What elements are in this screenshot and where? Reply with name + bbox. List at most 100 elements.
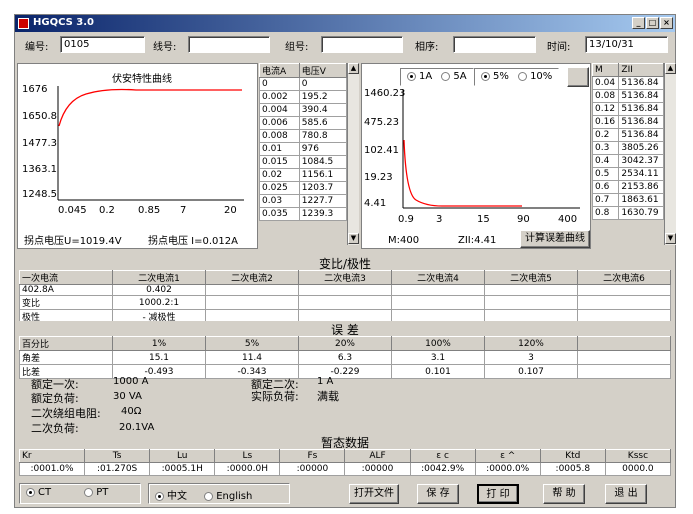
table-row[interactable]: 0.4 3042.37 [591, 154, 664, 168]
table-row[interactable]: 0.6 2153.86 [591, 180, 664, 194]
open-file-button[interactable]: 打开文件 [349, 484, 399, 504]
cell[interactable]: 390.4 [298, 103, 348, 117]
cell[interactable]: 1227.7 [298, 194, 348, 208]
serial-input[interactable]: 0105 [60, 36, 145, 53]
maximize-button[interactable]: □ [646, 17, 659, 29]
cell[interactable]: 0.12 [591, 102, 620, 116]
radio-dot-icon[interactable] [155, 491, 164, 501]
radio-dot-icon[interactable] [407, 71, 416, 81]
table-row[interactable]: 0.025 1203.7 [259, 181, 348, 195]
radio-pt[interactable]: PT [84, 487, 108, 498]
radio-dot-icon[interactable] [518, 71, 528, 81]
radio-dot-icon[interactable] [481, 71, 490, 81]
cell[interactable]: 1203.7 [298, 181, 348, 195]
cell[interactable]: 3042.37 [618, 154, 664, 168]
cell[interactable]: 0.02 [259, 168, 300, 182]
print-button[interactable]: 打 印 [477, 484, 519, 504]
phase-input[interactable] [453, 36, 536, 53]
cell[interactable]: 0.7 [591, 193, 620, 207]
group-input[interactable] [321, 36, 403, 53]
scroll-down-icon[interactable]: ▼ [665, 233, 676, 244]
cell[interactable]: 5136.84 [618, 76, 664, 90]
table-row[interactable]: 0.2 5136.84 [591, 128, 664, 142]
minimize-button[interactable]: _ [632, 17, 645, 29]
cell[interactable]: 0.002 [259, 90, 300, 104]
help-button[interactable]: 帮 助 [543, 484, 585, 504]
table-row[interactable]: 0.5 2534.11 [591, 167, 664, 181]
table-row[interactable]: 0.04 5136.84 [591, 76, 664, 90]
table-row[interactable]: 0.01 976 [259, 142, 348, 156]
cell[interactable]: 1630.79 [618, 206, 664, 220]
blank-button[interactable] [567, 67, 589, 87]
cell[interactable]: 5136.84 [618, 128, 664, 142]
cell[interactable]: 0.004 [259, 103, 300, 117]
radio-english[interactable]: English [204, 491, 252, 502]
cell[interactable]: 3805.26 [618, 141, 664, 155]
exit-button[interactable]: 退 出 [605, 484, 647, 504]
radio-dot-icon[interactable] [204, 491, 214, 501]
mz-table-scrollbar[interactable]: ▲ ▼ [664, 63, 676, 245]
scroll-up-icon[interactable]: ▲ [348, 63, 359, 74]
radio-5a[interactable]: 5A [441, 71, 467, 82]
calc-error-curve-button[interactable]: 计算误差曲线 [520, 230, 590, 248]
cell[interactable]: 2534.11 [618, 167, 664, 181]
scroll-up-icon[interactable]: ▲ [665, 63, 676, 74]
radio-1a[interactable]: 1A [407, 71, 432, 82]
cell[interactable]: 0.04 [591, 76, 620, 90]
cell[interactable]: 195.2 [298, 90, 348, 104]
cell[interactable]: 1156.1 [298, 168, 348, 182]
table-row[interactable]: 0.7 1863.61 [591, 193, 664, 207]
cell[interactable]: 976 [298, 142, 348, 156]
table-row[interactable]: 0.02 1156.1 [259, 168, 348, 182]
radio-ct[interactable]: CT [26, 487, 51, 498]
cell[interactable]: 0.008 [259, 129, 300, 143]
cell[interactable]: 5136.84 [618, 89, 664, 103]
table-row[interactable]: 0.12 5136.84 [591, 102, 664, 116]
table-row[interactable]: 0.03 1227.7 [259, 194, 348, 208]
cell[interactable]: 585.6 [298, 116, 348, 130]
table-row[interactable]: 0.002 195.2 [259, 90, 348, 104]
cell[interactable]: 0.015 [259, 155, 300, 169]
cell[interactable]: 0.08 [591, 89, 620, 103]
table-row[interactable]: 00 [259, 77, 348, 91]
cell[interactable]: 0.01 [259, 142, 300, 156]
cell[interactable]: 780.8 [298, 129, 348, 143]
cell[interactable]: 5136.84 [618, 102, 664, 116]
close-button[interactable]: × [660, 17, 673, 29]
table-row[interactable]: 0.015 1084.5 [259, 155, 348, 169]
cell[interactable]: 1084.5 [298, 155, 348, 169]
table-row[interactable]: 0.035 1239.3 [259, 207, 348, 221]
table-row[interactable]: 0.3 3805.26 [591, 141, 664, 155]
radio-chinese[interactable]: 中文 [155, 491, 187, 502]
cell[interactable]: 0.03 [259, 194, 300, 208]
cell[interactable]: 0.6 [591, 180, 620, 194]
va-table-scrollbar[interactable]: ▲ ▼ [347, 63, 359, 245]
cell[interactable]: 1239.3 [298, 207, 348, 221]
cell[interactable]: 0.8 [591, 206, 620, 220]
scroll-down-icon[interactable]: ▼ [348, 233, 359, 244]
cell[interactable]: 1863.61 [618, 193, 664, 207]
table-row[interactable]: 0.004 390.4 [259, 103, 348, 117]
cell[interactable]: 0.2 [591, 128, 620, 142]
table-row[interactable]: 0.16 5136.84 [591, 115, 664, 129]
line-input[interactable] [188, 36, 270, 53]
table-row[interactable]: 0.008 780.8 [259, 129, 348, 143]
cell[interactable]: 2153.86 [618, 180, 664, 194]
radio-dot-icon[interactable] [441, 71, 451, 81]
radio-dot-icon[interactable] [84, 487, 94, 497]
cell[interactable]: 0.5 [591, 167, 620, 181]
radio-5pct[interactable]: 5% [481, 71, 509, 82]
cell[interactable]: 0.3 [591, 141, 620, 155]
cell[interactable]: 0.035 [259, 207, 300, 221]
radio-10pct[interactable]: 10% [518, 71, 552, 82]
table-row[interactable]: 0.006 585.6 [259, 116, 348, 130]
cell[interactable]: 0.4 [591, 154, 620, 168]
cell[interactable]: 0.16 [591, 115, 620, 129]
radio-dot-icon[interactable] [26, 487, 35, 497]
table-row[interactable]: 0.08 5136.84 [591, 89, 664, 103]
cell[interactable]: 0.006 [259, 116, 300, 130]
cell[interactable]: 0 [259, 77, 300, 91]
save-button[interactable]: 保 存 [417, 484, 459, 504]
time-input[interactable]: 13/10/31 [585, 36, 668, 53]
table-row[interactable]: 0.8 1630.79 [591, 206, 664, 220]
